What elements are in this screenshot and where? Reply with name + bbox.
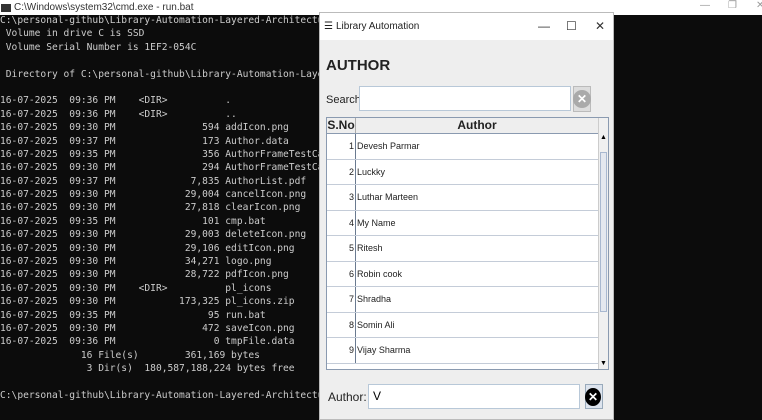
table-row[interactable]: 3 Luthar Marteen (327, 185, 608, 211)
app-icon: ☰ (324, 21, 333, 32)
row-author: Shradha (357, 294, 392, 305)
console-title: C:\Windows\system32\cmd.exe - run.bat (14, 2, 194, 13)
vertical-scrollbar[interactable]: ▲ ▼ (598, 118, 608, 369)
table-header: S.No Author (327, 118, 608, 134)
row-sno: 6 (327, 261, 356, 286)
window-title-bar: ☰ Library Automation — ☐ ✕ (320, 13, 613, 40)
row-sno: 1 (327, 134, 356, 159)
row-author: Somin Ali (357, 319, 395, 330)
row-sno: 2 (327, 159, 356, 184)
row-sno: 3 (327, 185, 356, 210)
library-automation-window: ☰ Library Automation — ☐ ✕ AUTHOR Search… (319, 12, 614, 420)
row-sno: 8 (327, 312, 356, 337)
row-author: Robin cook (357, 268, 403, 279)
close-button[interactable]: ✕ (756, 0, 762, 11)
table-row[interactable]: 9 Vijay Sharma (327, 338, 608, 364)
row-sno: 5 (327, 236, 356, 261)
row-author: Vijay Sharma (357, 345, 411, 356)
author-table: S.No Author 1 Devesh Parmar 2 Luckky 3 Luthar… (326, 117, 609, 370)
row-sno: 4 (327, 210, 356, 235)
column-header-author[interactable]: Author (356, 118, 599, 133)
author-input[interactable]: V (368, 384, 580, 409)
column-header-sno[interactable]: S.No (327, 118, 356, 133)
scroll-up-arrow[interactable]: ▲ (599, 134, 608, 141)
table-row[interactable]: 1 Devesh Parmar (327, 134, 608, 160)
row-author: Luckky (357, 166, 386, 177)
clear-author-button[interactable]: ✕ (585, 384, 603, 409)
row-author: My Name (357, 217, 396, 228)
maximize-button[interactable]: ☐ (566, 19, 577, 33)
page-title: AUTHOR (326, 57, 391, 74)
search-input[interactable] (359, 86, 571, 111)
row-sno: 7 (327, 287, 356, 312)
table-row[interactable]: 6 Robin cook (327, 261, 608, 287)
row-author: Devesh Parmar (357, 141, 420, 152)
scroll-down-arrow[interactable]: ▼ (600, 360, 607, 367)
scrollbar-thumb[interactable] (600, 152, 607, 312)
table-row[interactable]: 4 My Name (327, 210, 608, 236)
table-row[interactable]: 8 Somin Ali (327, 312, 608, 338)
clear-icon: ✕ (585, 388, 601, 406)
clear-search-button[interactable]: ✕ (573, 86, 591, 112)
author-label: Author: (328, 390, 367, 404)
table-row[interactable]: 7 Shradha (327, 287, 608, 313)
row-sno: 9 (327, 338, 356, 363)
minimize-button[interactable]: — (700, 0, 710, 11)
close-button[interactable]: ✕ (595, 19, 605, 33)
row-author: Ritesh (357, 243, 383, 254)
table-row[interactable]: 2 Luckky (327, 159, 608, 185)
table-row[interactable]: 5 Ritesh (327, 236, 608, 262)
window-title: Library Automation (335, 21, 420, 32)
minimize-button[interactable]: — (538, 19, 550, 33)
restore-button[interactable]: ❐ (728, 0, 737, 11)
cmd-icon (1, 3, 11, 12)
clear-icon: ✕ (573, 90, 591, 108)
search-label: Search (326, 94, 361, 106)
row-author: Luthar Marteen (357, 192, 419, 203)
